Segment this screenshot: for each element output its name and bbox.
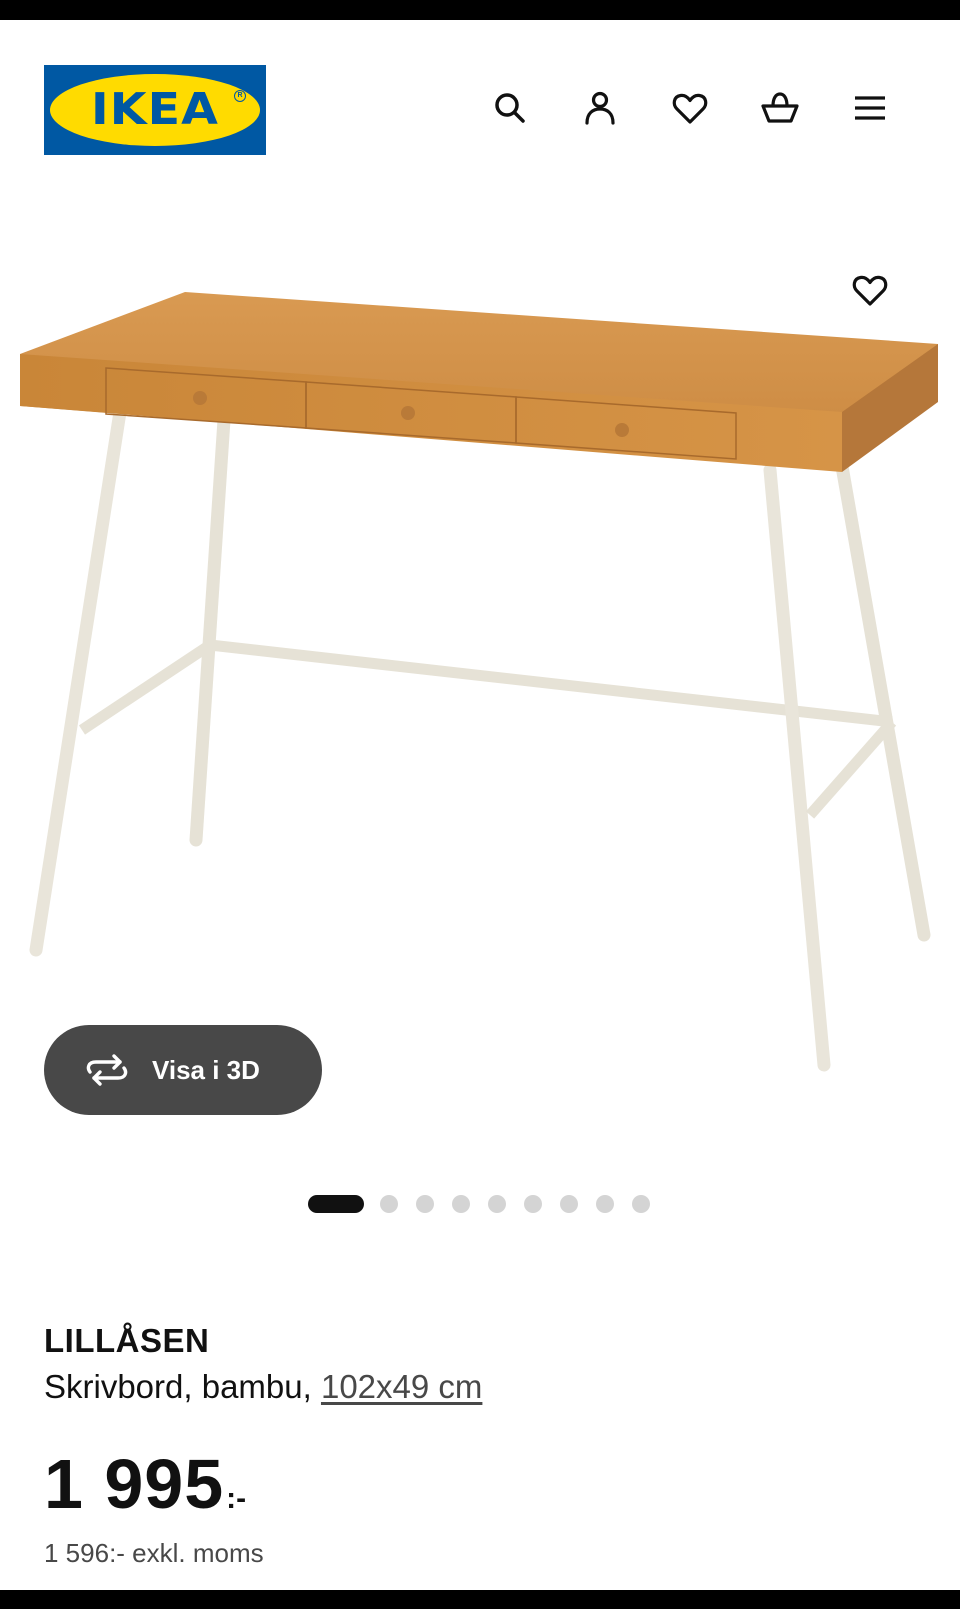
heart-icon — [672, 93, 708, 124]
product-size-link[interactable]: 102x49 cm — [321, 1368, 482, 1405]
heart-icon — [852, 275, 888, 306]
ikea-logo[interactable]: IKEA — [44, 65, 266, 155]
view-in-3d-label: Visa i 3D — [152, 1054, 260, 1085]
product-favourite-button[interactable] — [848, 268, 892, 312]
menu-button[interactable] — [848, 86, 892, 130]
status-bar — [0, 0, 960, 20]
menu-icon — [855, 96, 885, 120]
bottom-bar — [0, 1590, 960, 1609]
price-suffix: :- — [226, 1482, 247, 1515]
account-button[interactable] — [578, 86, 622, 130]
carousel-dot[interactable] — [416, 1195, 434, 1213]
price-excl-vat: 1 596:- exkl. moms — [44, 1538, 264, 1568]
product-type: Skrivbord, bambu, — [44, 1368, 321, 1405]
carousel-dot[interactable] — [380, 1195, 398, 1213]
view-in-3d-button[interactable]: Visa i 3D — [44, 1025, 322, 1115]
account-icon — [585, 91, 615, 125]
carousel-dot[interactable] — [560, 1195, 578, 1213]
image-carousel-indicator — [308, 1194, 668, 1214]
product-description: Skrivbord, bambu, 102x49 cm — [44, 1368, 482, 1406]
product-name: LILLÅSEN — [44, 1322, 210, 1359]
product-price: 1 995 :- — [44, 1446, 246, 1522]
rotate-arrows-icon — [86, 1054, 128, 1086]
carousel-dot[interactable] — [524, 1195, 542, 1213]
registered-mark: R — [234, 90, 246, 102]
carousel-dot[interactable] — [596, 1195, 614, 1213]
cart-icon — [761, 92, 799, 123]
price-value: 1 995 — [44, 1445, 225, 1523]
carousel-dot[interactable] — [452, 1195, 470, 1213]
search-icon — [495, 93, 525, 123]
carousel-dot[interactable] — [632, 1195, 650, 1213]
carousel-dot[interactable] — [488, 1195, 506, 1213]
favourites-button[interactable] — [668, 86, 712, 130]
search-button[interactable] — [488, 86, 532, 130]
carousel-dot-active[interactable] — [308, 1195, 364, 1213]
cart-button[interactable] — [758, 86, 802, 130]
